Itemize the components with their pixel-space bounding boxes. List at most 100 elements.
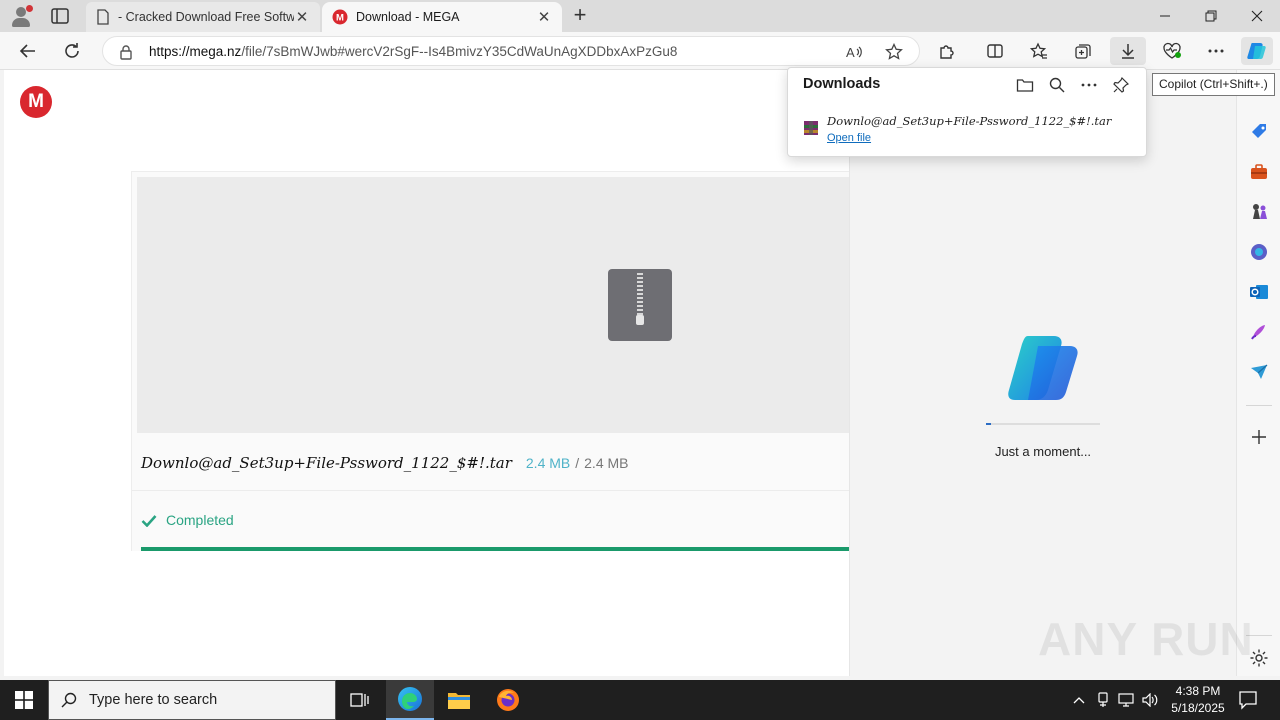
microsoft-365-icon[interactable] <box>1249 242 1269 262</box>
notifications-icon[interactable] <box>1238 690 1258 710</box>
shopping-tag-icon[interactable] <box>1249 122 1269 142</box>
profile-notification-dot <box>26 5 33 12</box>
taskbar-file-explorer[interactable] <box>435 680 483 720</box>
chevron-up-icon <box>1073 697 1085 704</box>
search-icon <box>61 692 77 708</box>
restore-button[interactable] <box>1188 0 1234 32</box>
lock-icon[interactable] <box>119 44 133 60</box>
download-progress-fill <box>141 547 850 551</box>
speaker-icon <box>1142 693 1158 707</box>
url-path: /file/7sBmWJwb#wercV2rSgF--Is4BmivzY35Cd… <box>241 44 678 59</box>
taskbar-clock[interactable]: 4:38 PM 5/18/2025 <box>1160 683 1236 717</box>
divider <box>132 490 850 491</box>
windows-logo-icon <box>15 691 33 709</box>
file-download-card: Downlo@ad_Set3up+File-Pssword_1122_$#!.t… <box>131 171 850 551</box>
download-item[interactable]: Downlo@ad_Set3up+File-Pssword_1122_$#!.t… <box>803 114 1133 148</box>
collections-button[interactable] <box>1068 37 1098 65</box>
minimize-button[interactable] <box>1142 0 1188 32</box>
heart-pulse-icon <box>1163 42 1181 59</box>
download-arrow-icon <box>1122 44 1134 59</box>
downloads-button[interactable] <box>1110 37 1146 65</box>
copilot-loading-text: Just a moment... <box>994 444 1092 459</box>
send-plane-icon[interactable] <box>1249 362 1269 382</box>
url-text[interactable]: https://mega.nz/file/7sBmWJwb#wercV2rSgF… <box>149 44 677 59</box>
url-host: https://mega.nz <box>149 44 242 59</box>
copilot-icon <box>1247 43 1266 59</box>
close-window-button[interactable] <box>1234 0 1280 32</box>
open-downloads-folder-button[interactable] <box>1014 74 1036 96</box>
favorites-button[interactable] <box>1024 37 1054 65</box>
taskbar-edge[interactable] <box>386 680 434 720</box>
download-file-name: Downlo@ad_Set3up+File-Pssword_1122_$#!.t… <box>827 114 1112 128</box>
copilot-tooltip: Copilot (Ctrl+Shift+.) <box>1152 73 1275 96</box>
winrar-archive-icon <box>804 121 818 135</box>
mega-logo[interactable]: M <box>20 86 52 118</box>
pin-downloads-button[interactable] <box>1110 74 1132 96</box>
copilot-loading-fill <box>986 423 991 425</box>
read-aloud-icon[interactable]: A <box>845 43 863 61</box>
network-icon[interactable] <box>1117 690 1135 710</box>
back-button[interactable] <box>14 37 42 65</box>
tab-actions-icon[interactable] <box>50 7 70 25</box>
checkmark-icon <box>141 514 157 527</box>
folder-icon <box>1016 79 1034 92</box>
usb-device-icon <box>1098 692 1108 707</box>
volume-icon[interactable] <box>1141 690 1159 710</box>
url-field[interactable]: https://mega.nz/file/7sBmWJwb#wercV2rSgF… <box>102 36 920 66</box>
favorites-icon <box>1030 42 1047 59</box>
address-bar-row: https://mega.nz/file/7sBmWJwb#wercV2rSgF… <box>0 32 1280 70</box>
sidebar-divider <box>1246 405 1272 406</box>
tab-cracked-download[interactable]: - Cracked Download Free Softwa ✕ <box>86 2 320 32</box>
file-info: Downlo@ad_Set3up+File-Pssword_1122_$#!.t… <box>141 454 629 472</box>
total-size: 2.4 MB <box>584 455 629 471</box>
tools-briefcase-icon[interactable] <box>1249 162 1269 182</box>
clock-date: 5/18/2025 <box>1171 701 1225 715</box>
svg-text:M: M <box>336 13 344 24</box>
profile-avatar[interactable] <box>8 4 34 28</box>
browser-essentials-button[interactable] <box>1157 37 1187 65</box>
download-progress-bar <box>141 547 850 551</box>
extensions-button[interactable] <box>932 37 962 65</box>
outlook-icon[interactable] <box>1249 282 1269 302</box>
svg-text:A: A <box>846 45 855 60</box>
page-icon <box>97 9 109 25</box>
copilot-pane: Just a moment... <box>849 70 1235 676</box>
taskbar-search-input[interactable]: Type here to search <box>48 680 336 720</box>
mega-download-page: M Downlo@ad_Set3up+File-Pssword_1122_$#!… <box>4 70 850 676</box>
start-button[interactable] <box>0 680 48 720</box>
size-separator: / <box>575 455 580 471</box>
firefox-icon <box>497 689 519 711</box>
open-file-link[interactable]: Open file <box>827 132 871 144</box>
tab-mega-download[interactable]: M Download - MEGA ✕ <box>322 2 562 32</box>
games-chess-icon[interactable] <box>1249 202 1269 222</box>
anyrun-watermark: ANY RUN <box>1038 613 1254 665</box>
refresh-button[interactable] <box>58 37 86 65</box>
search-downloads-button[interactable] <box>1046 74 1068 96</box>
collections-icon <box>1075 44 1091 59</box>
taskbar-firefox[interactable] <box>484 680 532 720</box>
add-plus-icon[interactable] <box>1249 427 1269 447</box>
copilot-button[interactable] <box>1241 37 1273 65</box>
split-screen-button[interactable] <box>980 37 1010 65</box>
search-icon <box>1049 77 1065 93</box>
new-tab-button[interactable]: + <box>568 4 592 28</box>
search-placeholder: Type here to search <box>89 692 218 708</box>
tab-strip: - Cracked Download Free Softwa ✕ M Downl… <box>0 0 1280 32</box>
clock-time: 4:38 PM <box>1175 684 1221 698</box>
task-view-icon <box>350 693 369 707</box>
archive-file-icon <box>608 269 672 341</box>
tray-device-icon[interactable] <box>1094 690 1112 710</box>
favorite-star-icon[interactable] <box>885 43 903 61</box>
downloads-flyout: Downloads Downlo@ad_Set3up+File-Pssword_… <box>787 67 1147 157</box>
file-preview-area <box>137 177 850 433</box>
show-hidden-icons-button[interactable] <box>1070 690 1088 710</box>
settings-and-more-button[interactable] <box>1201 37 1231 65</box>
back-arrow-icon <box>19 44 35 58</box>
tab-close-icon[interactable]: ✕ <box>294 8 310 26</box>
tab-close-icon[interactable]: ✕ <box>536 8 552 26</box>
download-status: Completed <box>141 512 234 528</box>
designer-icon[interactable] <box>1249 322 1269 342</box>
task-view-button[interactable] <box>336 680 384 720</box>
downloads-more-options-button[interactable] <box>1078 74 1100 96</box>
network-computer-icon <box>1118 693 1134 707</box>
